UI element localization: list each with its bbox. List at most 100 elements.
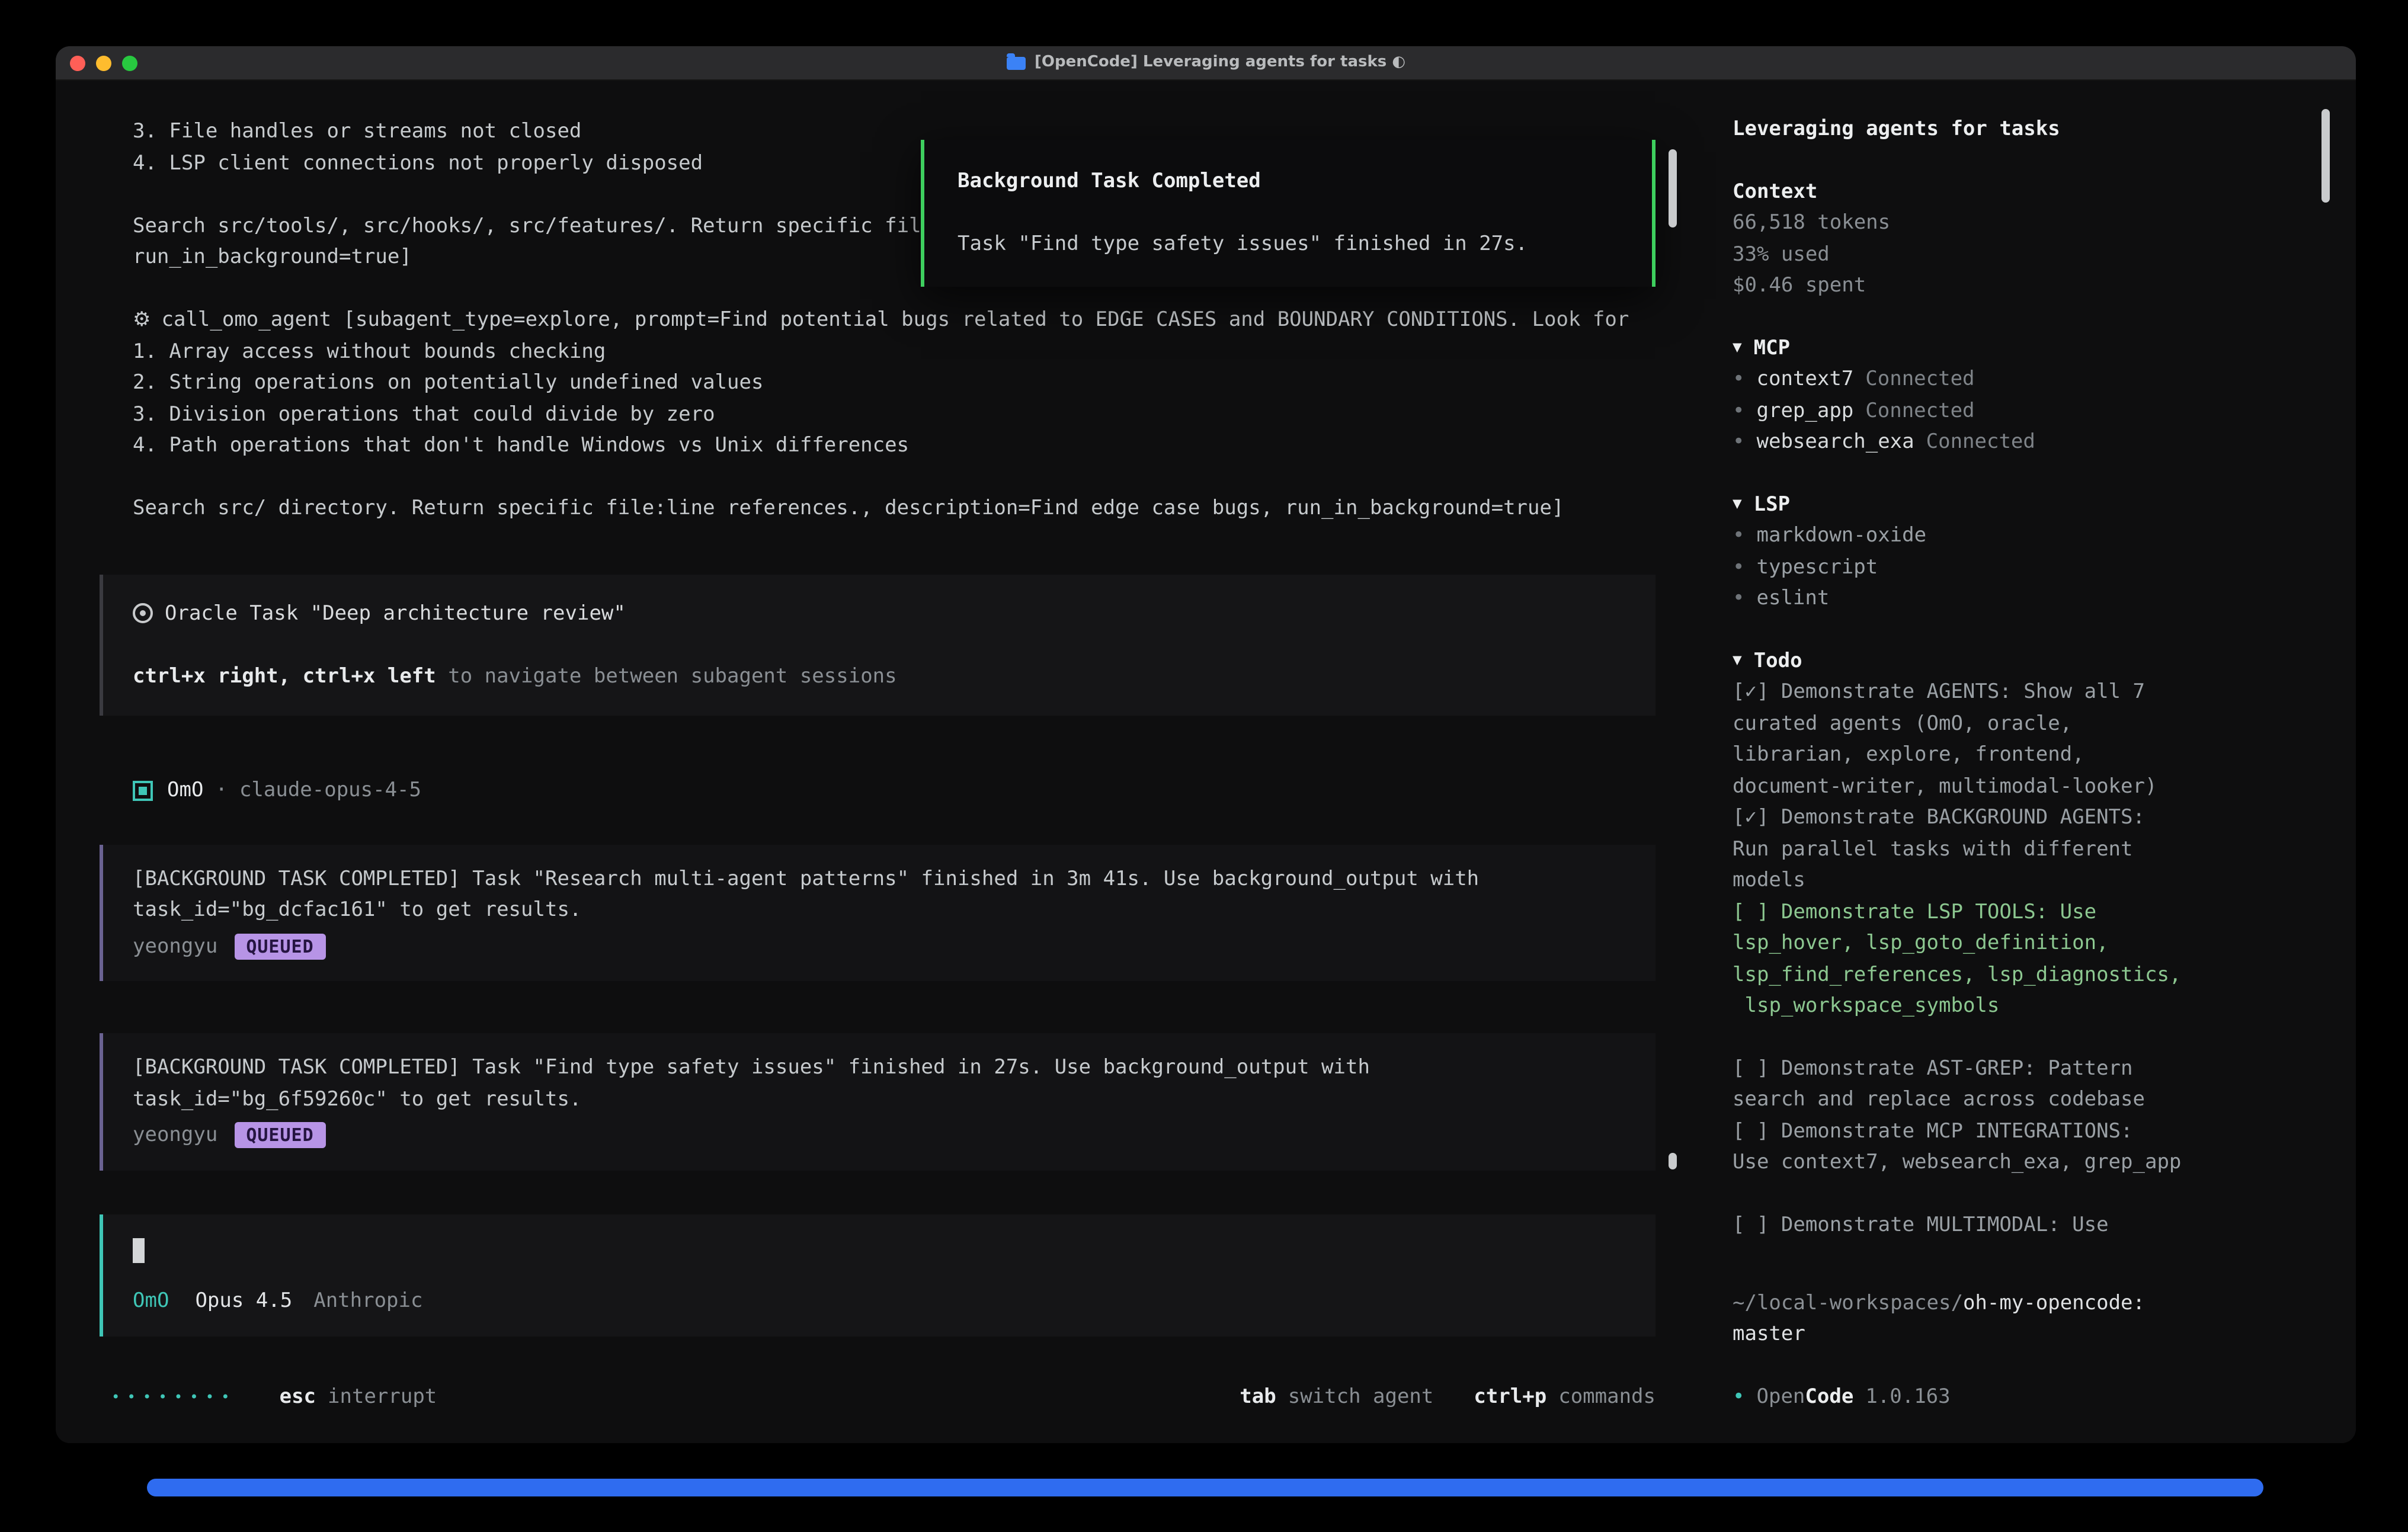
todo-section: ▼ Todo [✓] Demonstrate AGENTS: Show all …	[1733, 645, 2299, 1241]
gear-icon: ⚙	[133, 308, 151, 332]
sidebar-scrollbar-thumb[interactable]	[2321, 109, 2330, 203]
agent-model: claude-opus-4-5	[239, 775, 421, 806]
esc-key-hint: esc	[280, 1381, 316, 1412]
context-section: Context 66,518 tokens 33% used $0.46 spe…	[1733, 176, 2299, 302]
tool-call-item: 3. Division operations that could divide…	[133, 399, 1655, 430]
message-text: [BACKGROUND TASK COMPLETED] Task "Find t…	[133, 1052, 1627, 1115]
ctrlp-key-label: commands	[1558, 1381, 1655, 1412]
agent-name: OmO	[167, 775, 203, 806]
prompt-input[interactable]: OmO Opus 4.5 Anthropic	[100, 1214, 1655, 1336]
mcp-heading-row: ▼ MCP	[1733, 332, 2299, 364]
workspace-path-line: ~/local-workspaces/oh-my-opencode:	[1733, 1287, 2299, 1319]
bottom-accent-bar	[147, 1479, 2263, 1496]
workspace-prefix: ~/local-workspaces/	[1733, 1291, 1963, 1315]
session-title: Leveraging agents for tasks	[1733, 114, 2299, 145]
pane-scrollbar-thumb[interactable]	[1669, 1153, 1677, 1169]
todo-heading: Todo	[1754, 645, 1802, 677]
pane-scrollbar-thumb[interactable]	[1669, 149, 1677, 227]
notification-toast: Background Task Completed Task "Find typ…	[921, 140, 1655, 286]
mcp-item-name: grep_app	[1757, 395, 1854, 427]
tool-call-text: call_omo_agent [subagent_type=explore, p…	[162, 308, 1629, 332]
version-name-prefix: Open	[1757, 1381, 1805, 1412]
lsp-item-name: typescript	[1757, 552, 1878, 583]
tool-call-item: 2. String operations on potentially unde…	[133, 367, 1655, 399]
todo-item-done: [✓] Demonstrate BACKGROUND AGENTS: Run p…	[1733, 802, 2299, 896]
toast-title: Background Task Completed	[958, 166, 1619, 197]
context-tokens: 66,518 tokens	[1733, 207, 2299, 239]
bullet-icon: •	[1733, 427, 1745, 458]
spinner-dots-icon: ••••••••	[111, 1381, 237, 1412]
tool-call-footer: Search src/ directory. Return specific f…	[133, 493, 1655, 524]
message-meta: yeongyu QUEUED	[133, 1120, 1627, 1151]
oracle-task-panel: Oracle Task "Deep architecture review" c…	[100, 574, 1655, 716]
workspace-repo: oh-my-opencode:	[1963, 1291, 2145, 1315]
mcp-section: ▼ MCP • context7 Connected • grep_app Co…	[1733, 332, 2299, 458]
context-heading: Context	[1733, 176, 2299, 207]
background-task-message: [BACKGROUND TASK COMPLETED] Task "Resear…	[100, 844, 1655, 981]
todo-item-active: [ ] Demonstrate LSP TOOLS: Use lsp_hover…	[1733, 896, 2299, 1022]
ctrlp-key-hint: ctrl+p	[1474, 1381, 1546, 1412]
input-provider-name: Anthropic	[313, 1286, 422, 1317]
agent-checkbox-icon	[133, 781, 153, 801]
close-button[interactable]	[70, 55, 85, 70]
queued-badge: QUEUED	[234, 1123, 325, 1149]
status-bar: •••••••• esc interrupt tab switch agent …	[100, 1381, 1655, 1412]
agent-header: OmO · claude-opus-4-5	[133, 775, 1655, 806]
zoom-button[interactable]	[122, 55, 137, 70]
mcp-item: • context7 Connected	[1733, 364, 2299, 395]
lsp-section: ▼ LSP • markdown-oxide • typescript • es…	[1733, 489, 2299, 614]
bullet-icon: •	[1733, 1381, 1745, 1412]
lsp-heading-row: ▼ LSP	[1733, 489, 2299, 520]
bullet-icon: •	[1733, 520, 1745, 552]
blank-line	[100, 461, 1655, 493]
screen: [OpenCode] Leveraging agents for tasks ◐…	[0, 0, 2408, 1532]
lsp-item: • eslint	[1733, 583, 2299, 614]
message-meta: yeongyu QUEUED	[133, 931, 1627, 962]
chevron-down-icon: ▼	[1733, 332, 1742, 364]
tool-call-line: ⚙ call_omo_agent [subagent_type=explore, …	[133, 305, 1655, 336]
traffic-lights	[70, 55, 137, 70]
message-author: yeongyu	[133, 931, 217, 962]
tool-call-item: 1. Array access without bounds checking	[133, 336, 1655, 367]
lsp-item: • typescript	[1733, 552, 2299, 583]
bullet-icon: •	[1733, 552, 1745, 583]
todo-item-done: [✓] Demonstrate AGENTS: Show all 7 curat…	[1733, 677, 2299, 802]
workspace-branch: master	[1733, 1319, 2299, 1350]
lsp-item: • markdown-oxide	[1733, 520, 2299, 552]
agent-separator: ·	[215, 775, 228, 806]
mcp-heading: MCP	[1754, 332, 1790, 364]
oracle-bullseye-icon	[133, 604, 153, 624]
titlebar: [OpenCode] Leveraging agents for tasks ◐	[56, 46, 2356, 81]
mcp-item-name: websearch_exa	[1757, 427, 1914, 458]
workspace-path: ~/local-workspaces/oh-my-opencode: maste…	[1733, 1287, 2299, 1350]
mcp-item: • websearch_exa Connected	[1733, 427, 2299, 458]
tab-key-label: switch agent	[1288, 1381, 1434, 1412]
window-title-group: [OpenCode] Leveraging agents for tasks ◐	[1006, 53, 1405, 72]
input-agent-name: OmO	[133, 1286, 169, 1317]
opencode-version: • Open Code 1.0.163	[1733, 1381, 2299, 1412]
chevron-down-icon: ▼	[1733, 645, 1742, 677]
todo-item-pending: [ ] Demonstrate MULTIMODAL: Use	[1733, 1209, 2299, 1241]
message-author: yeongyu	[133, 1120, 217, 1151]
chevron-down-icon: ▼	[1733, 489, 1742, 520]
tab-key-hint: tab	[1240, 1381, 1276, 1412]
window-title: [OpenCode] Leveraging agents for tasks ◐	[1035, 53, 1405, 72]
oracle-task-title-row: Oracle Task "Deep architecture review"	[133, 598, 1627, 629]
hint-text: to navigate between subagent sessions	[436, 664, 897, 688]
queued-badge: QUEUED	[234, 934, 325, 960]
mcp-item-name: context7	[1757, 364, 1854, 395]
version-name-suffix: Code	[1805, 1381, 1853, 1412]
background-task-message: [BACKGROUND TASK COMPLETED] Task "Find t…	[100, 1033, 1655, 1170]
lsp-item-name: markdown-oxide	[1757, 520, 1927, 552]
bullet-icon: •	[1733, 364, 1745, 395]
mcp-item-status: Connected	[1926, 427, 2035, 458]
minimize-button[interactable]	[96, 55, 111, 70]
todo-item-pending: [ ] Demonstrate AST-GREP: Pattern search…	[1733, 1053, 2299, 1116]
context-used: 33% used	[1733, 239, 2299, 270]
main-layout: 3. File handles or streams not closed 4.…	[56, 81, 2356, 1443]
status-left: •••••••• esc interrupt	[100, 1381, 437, 1412]
folder-icon	[1006, 56, 1025, 69]
toast-body: Task "Find type safety issues" finished …	[958, 229, 1619, 260]
subagent-navigation-hint: ctrl+x right, ctrl+x left to navigate be…	[133, 661, 1627, 692]
input-meta: OmO Opus 4.5 Anthropic	[133, 1286, 1627, 1317]
